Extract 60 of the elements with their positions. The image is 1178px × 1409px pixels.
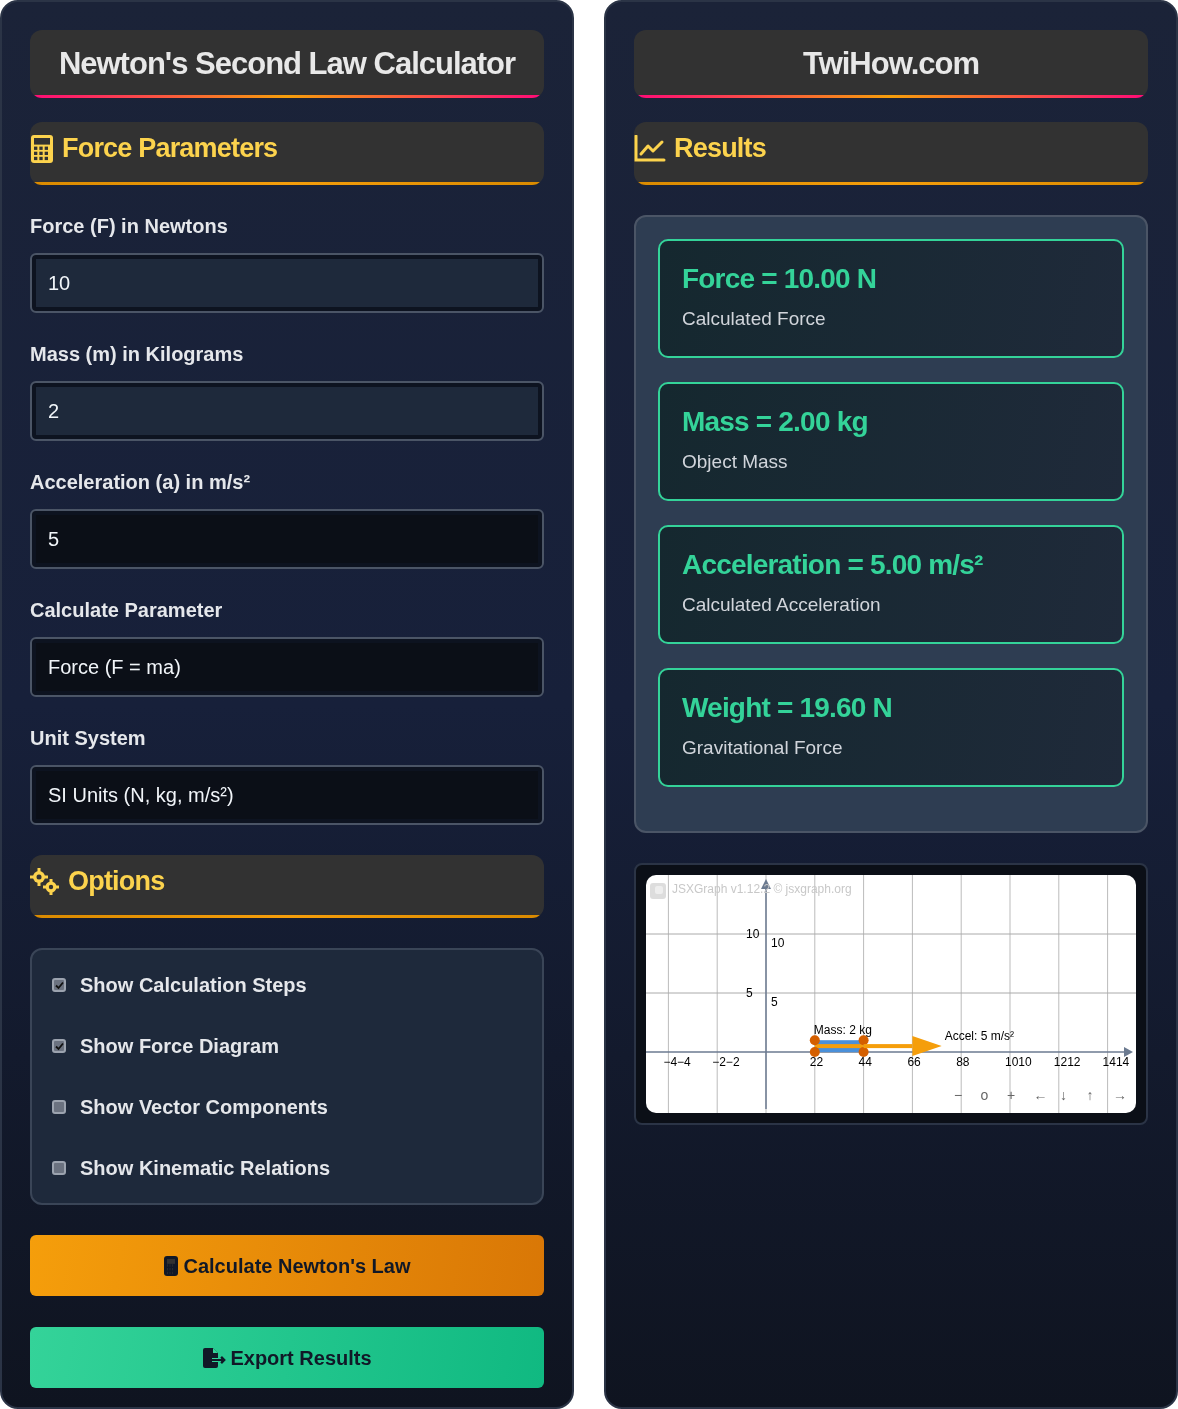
select-field[interactable]: Force (F = ma): [30, 637, 544, 697]
navigation-button[interactable]: +: [1006, 1088, 1016, 1102]
tick-label: −2−2: [712, 1056, 740, 1068]
tick-label: 1212: [1053, 1056, 1081, 1068]
navigation-button[interactable]: ↑: [1086, 1088, 1094, 1102]
line-chart-icon: [634, 135, 666, 162]
result-value: Acceleration = 5.00 m/s²: [682, 549, 984, 581]
site-title: TwiHow.com: [803, 44, 979, 83]
calculator-icon: [163, 1254, 180, 1277]
checkbox-label: Show Force Diagram: [80, 1034, 279, 1059]
result-value: Force = 10.00 N: [682, 263, 878, 295]
select-field[interactable]: SI Units (N, kg, m/s²): [30, 765, 544, 825]
export-button[interactable]: Export Results: [30, 1327, 544, 1388]
camera-icon: [650, 883, 666, 899]
file-export-icon: [202, 1346, 227, 1369]
tick-label: 1414: [1102, 1056, 1130, 1068]
checkbox[interactable]: [52, 1100, 66, 1114]
section-title: Force Parameters: [62, 132, 278, 166]
field-label: Unit System: [30, 726, 147, 751]
navigation-button[interactable]: →: [1112, 1088, 1127, 1102]
input-field[interactable]: 5: [30, 509, 544, 569]
tick-label: 5: [771, 996, 778, 1008]
tick-label: 5: [746, 987, 753, 999]
calculate-button[interactable]: Calculate Newton's Law: [30, 1235, 544, 1296]
mass-label: Mass: 2 kg: [813, 1024, 872, 1037]
checkbox[interactable]: [52, 978, 66, 992]
result-caption: Calculated Force: [682, 306, 827, 331]
checkbox-label: Show Vector Components: [80, 1095, 328, 1120]
tick-label: 1010: [1005, 1056, 1032, 1068]
result-caption: Gravitational Force: [682, 735, 844, 760]
section-title: Options: [68, 865, 165, 899]
result-value: Mass = 2.00 kg: [682, 406, 869, 438]
field-label: Calculate Parameter: [30, 598, 224, 623]
tick-label: 10: [746, 928, 760, 940]
tick-label: 44: [858, 1056, 872, 1068]
acceleration-label: Accel: 5 m/s²: [944, 1030, 1015, 1043]
result-caption: Object Mass: [682, 449, 789, 474]
tick-label: 66: [907, 1056, 921, 1068]
navigation-button[interactable]: −: [953, 1088, 963, 1102]
app-title: Newton's Second Law Calculator: [58, 44, 516, 83]
navigation-button[interactable]: ↓: [1059, 1088, 1067, 1102]
result-caption: Calculated Acceleration: [682, 592, 882, 617]
tick-label: 22: [809, 1056, 824, 1068]
checkbox-label: Show Calculation Steps: [80, 973, 307, 998]
tick-label: 88: [956, 1056, 970, 1068]
navigation-button[interactable]: o: [980, 1088, 989, 1102]
field-label: Force (F) in Newtons: [30, 214, 229, 239]
checkbox[interactable]: [52, 1039, 66, 1053]
checkbox[interactable]: [52, 1161, 66, 1175]
field-label: Acceleration (a) in m/s²: [30, 470, 252, 495]
input-field[interactable]: 2: [30, 381, 544, 441]
tick-label: 10: [771, 937, 785, 949]
checkbox-label: Show Kinematic Relations: [80, 1156, 331, 1181]
section-title: Results: [674, 132, 766, 166]
result-value: Weight = 19.60 N: [682, 692, 893, 724]
mass-block: [809, 1035, 869, 1057]
tick-label: −4−4: [663, 1056, 691, 1068]
input-field[interactable]: 10: [30, 253, 544, 313]
field-label: Mass (m) in Kilograms: [30, 342, 245, 367]
navigation-button[interactable]: ←: [1033, 1088, 1048, 1102]
